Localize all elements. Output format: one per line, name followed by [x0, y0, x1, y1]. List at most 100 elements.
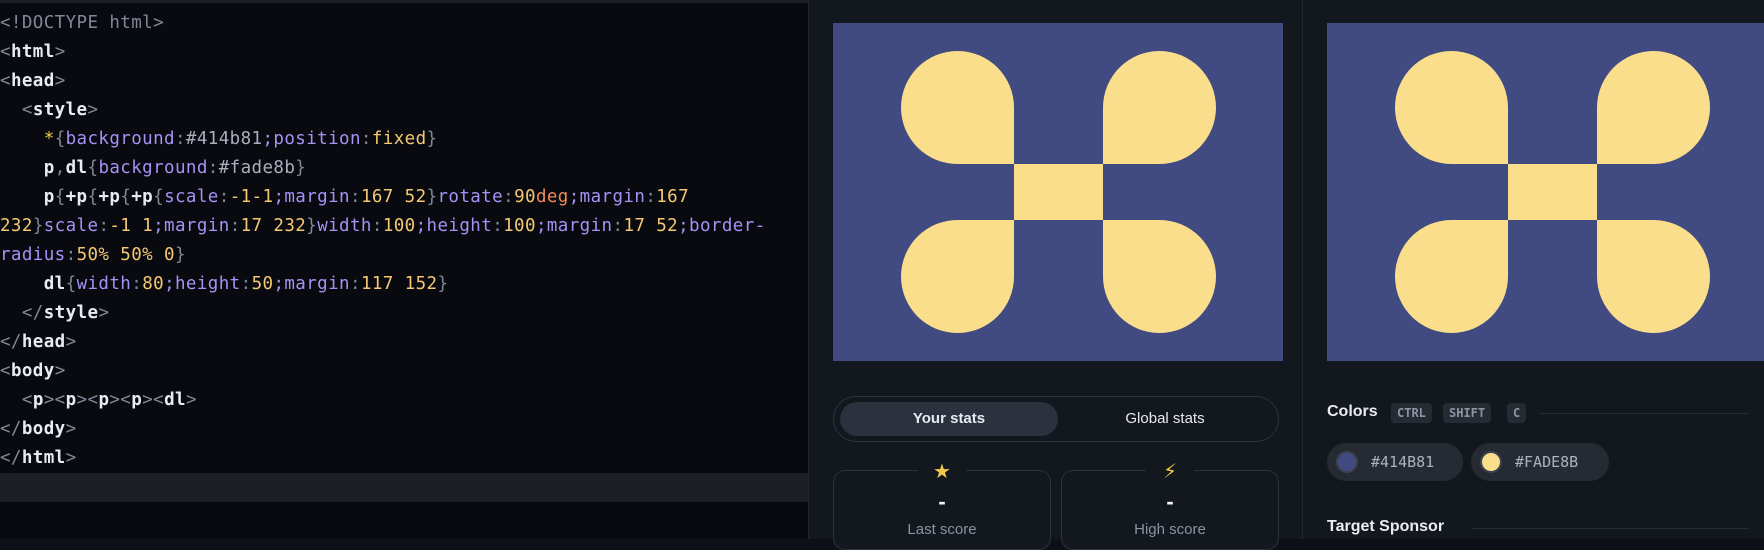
code-line[interactable]: 232}scale:-1 1;margin:17 232}width:100;h… [0, 212, 808, 241]
code-token: width [76, 274, 132, 294]
code-token: body [10, 361, 55, 381]
code-token: +p [65, 187, 88, 207]
code-token: #414b81 [185, 129, 263, 149]
code-token: < [0, 361, 11, 381]
code-token: 232 [0, 216, 33, 236]
code-token: html [21, 448, 66, 468]
code-token: > [65, 332, 77, 352]
code-token: scale [164, 187, 219, 207]
code-token: >< [76, 390, 99, 410]
code-token: dl [164, 390, 186, 410]
petal-bottom-right [1103, 220, 1216, 333]
target-canvas[interactable] [1327, 23, 1764, 361]
code-line[interactable]: </body> [0, 415, 808, 444]
code-editor[interactable]: <!DOCTYPE html> <html> <head> <style> *{ba… [0, 0, 808, 539]
code-token: </ [0, 419, 22, 439]
code-token: * [43, 129, 55, 149]
high-score-value: - [1166, 489, 1174, 514]
code-token: 167 [656, 187, 690, 207]
code-token: </ [0, 448, 22, 468]
code-token: > [65, 448, 77, 468]
petal-bottom-left [901, 220, 1014, 333]
code-token: body [21, 419, 66, 439]
output-panel: Your stats Global stats ★ - Last score ⚡… [808, 0, 1302, 550]
code-token: : [350, 187, 361, 207]
color-chip-foreground[interactable]: #FADE8B [1471, 443, 1609, 481]
code-token: ;margin [273, 274, 350, 294]
center-rect [1014, 164, 1103, 220]
code-token: { [54, 187, 66, 207]
code-token: ;margin [273, 187, 350, 207]
code-token: p [98, 390, 110, 410]
tab-your-stats[interactable]: Your stats [840, 402, 1058, 436]
code-token: : [492, 216, 504, 236]
code-token: 17 232 [240, 216, 307, 236]
code-token: 50 [251, 274, 274, 294]
code-line[interactable]: <!DOCTYPE html> [0, 9, 808, 38]
code-line[interactable]: dl{width:80;height:50;margin:117 152} [0, 270, 808, 299]
kbd-shift: SHIFT [1443, 403, 1492, 423]
code-line[interactable]: p,dl{background:#fade8b} [0, 154, 808, 183]
code-token: background [98, 158, 208, 178]
code-token: width [317, 216, 372, 236]
code-line[interactable]: <html> [0, 38, 808, 67]
code-token: < [0, 71, 11, 91]
petal-top-left [1395, 51, 1508, 164]
code-token: style [43, 303, 99, 323]
tab-global-stats[interactable]: Global stats [1056, 402, 1274, 436]
code-token: ;margin [535, 216, 613, 236]
code-token: : [360, 129, 372, 149]
code-token: background [65, 129, 175, 149]
swatch-label: #FADE8B [1515, 453, 1579, 471]
swatch-dot [1336, 451, 1358, 473]
code-token: 117 152 [360, 274, 438, 294]
code-token: > [185, 390, 197, 410]
code-line[interactable]: radius:50% 50% 0} [0, 241, 808, 270]
code-token: <!DOCTYPE html> [0, 13, 165, 33]
code-token: p [32, 390, 44, 410]
code-line[interactable]: <body> [0, 357, 808, 386]
code-token: p [65, 390, 77, 410]
code-token: head [10, 71, 55, 91]
colors-divider [1539, 413, 1749, 414]
code-line[interactable]: </html> [0, 444, 808, 473]
code-line[interactable]: </style> [0, 299, 808, 328]
code-token: { [65, 274, 77, 294]
bolt-icon: ⚡ [1146, 458, 1194, 484]
code-line[interactable]: <style> [0, 96, 808, 125]
sponsor-title: Target Sponsor [1327, 518, 1445, 535]
swatch-label: #414B81 [1371, 453, 1435, 471]
code-token: >< [43, 390, 66, 410]
kbd-ctrl: CTRL [1391, 403, 1432, 423]
code-token: } [175, 245, 186, 265]
petal-bottom-left [1395, 220, 1508, 333]
code-line[interactable]: *{background:#414b81;position:fixed} [0, 125, 808, 154]
code-line[interactable]: <head> [0, 67, 808, 96]
code-token: > [54, 71, 66, 91]
high-score-label: High score [1134, 521, 1206, 538]
code-token: p [43, 187, 55, 207]
color-chip-background[interactable]: #414B81 [1327, 443, 1463, 481]
output-canvas[interactable] [833, 23, 1283, 361]
code-token: -1 1 [109, 216, 154, 236]
code-line[interactable]: <p><p><p><p><dl> [0, 386, 808, 415]
code-token: 80 [142, 274, 165, 294]
code-token: ;margin [568, 187, 646, 207]
code-token: p [43, 158, 55, 178]
code-line[interactable] [0, 473, 808, 502]
code-token: ;margin [153, 216, 230, 236]
code-token: 167 52 [360, 187, 427, 207]
code-token: > [87, 100, 99, 120]
code-token: } [426, 187, 438, 207]
colors-title: Colors [1327, 403, 1378, 420]
code-token: radius [0, 245, 66, 265]
last-score-card: ★ - Last score [833, 458, 1051, 550]
code-line[interactable]: </head> [0, 328, 808, 357]
code-line[interactable]: p{+p{+p{+p{scale:-1-1;margin:167 52}rota… [0, 183, 808, 212]
code-token: { [153, 187, 165, 207]
code-token: : [131, 274, 143, 294]
sponsor-divider [1471, 528, 1749, 529]
